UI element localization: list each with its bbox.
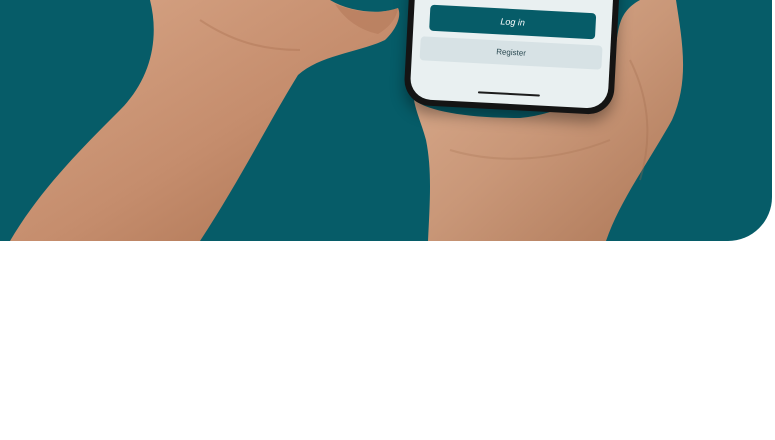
register-button[interactable]: Register — [419, 36, 603, 70]
page: Log in Register — [0, 0, 775, 440]
smartphone: Log in Register — [403, 0, 621, 116]
hero-banner: Log in Register — [0, 0, 772, 241]
left-hand — [10, 0, 400, 241]
login-button[interactable]: Log in — [429, 4, 597, 40]
hands-holding-phone-illustration — [10, 0, 684, 241]
phone-screen: Log in Register — [409, 0, 615, 110]
home-indicator — [477, 91, 540, 97]
